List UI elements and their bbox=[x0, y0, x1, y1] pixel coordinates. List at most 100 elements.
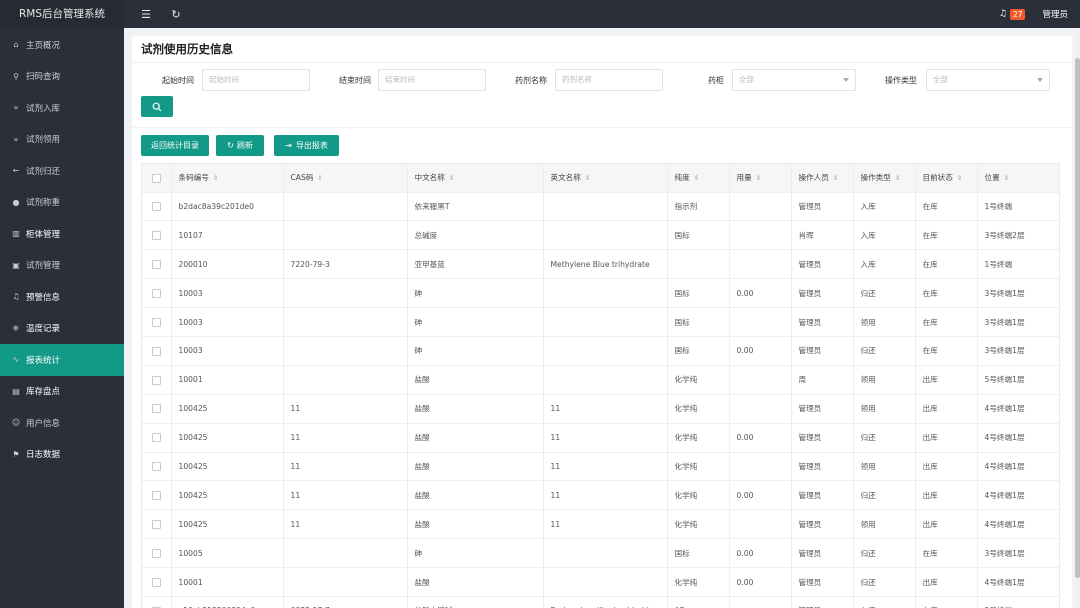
table-cell: 管理员 bbox=[791, 249, 854, 280]
sidebar-item-9[interactable]: ❄ 温度记录 bbox=[0, 313, 124, 345]
column-header[interactable]: 中文名称 ⇕ bbox=[407, 164, 544, 193]
row-checkbox-cell[interactable] bbox=[142, 278, 172, 309]
table-row[interactable]: 10001 盐酸 化学纯 0.00 管理员 归还 出库 4号终端1层 bbox=[142, 567, 1059, 597]
row-checkbox[interactable] bbox=[151, 346, 161, 356]
row-checkbox-cell[interactable] bbox=[142, 394, 172, 424]
sidebar-item-0[interactable]: ⌂ 主页概况 bbox=[0, 29, 124, 61]
table-row[interactable]: 10107 总碱度 国标 肖晖 入库 在库 3号终端2层 bbox=[142, 220, 1059, 251]
row-checkbox-cell[interactable] bbox=[142, 567, 172, 597]
row-checkbox[interactable] bbox=[151, 375, 161, 385]
sort-icon[interactable]: ⇕ bbox=[957, 174, 962, 182]
start-time-input[interactable]: 起始时间 bbox=[202, 69, 310, 91]
row-checkbox[interactable] bbox=[151, 519, 161, 529]
row-checkbox[interactable] bbox=[151, 548, 161, 558]
sort-icon[interactable]: ⇕ bbox=[213, 174, 218, 182]
row-checkbox-cell[interactable] bbox=[142, 452, 172, 482]
cabinet-label: 药柜 bbox=[708, 76, 724, 85]
select-all-checkbox[interactable] bbox=[151, 173, 161, 183]
sidebar-item-8[interactable]: ♫ 预警信息 bbox=[0, 281, 124, 313]
column-header[interactable]: 英文名称 ⇕ bbox=[543, 164, 668, 193]
table-row[interactable]: 10005 砷 国标 0.00 管理员 归还 在库 3号终端1层 bbox=[142, 538, 1059, 569]
reagent-name-input[interactable]: 药剂名称 bbox=[555, 69, 663, 91]
row-checkbox-cell[interactable] bbox=[142, 480, 172, 511]
column-header[interactable]: 条码编号 ⇕ bbox=[171, 164, 284, 193]
sidebar-item-10[interactable]: ∿ 报表统计 bbox=[0, 344, 124, 376]
column-header[interactable]: 用量 ⇕ bbox=[729, 164, 792, 193]
table-row[interactable]: 10003 砷 国标 管理员 领用 在库 3号终端1层 bbox=[142, 307, 1059, 337]
table-row[interactable]: 100425 11 盐酸 11 化学纯 管理员 领用 出库 4号终端1层 bbox=[142, 452, 1059, 482]
row-checkbox-cell[interactable] bbox=[142, 336, 172, 366]
sidebar-item-1[interactable]: ⚲ 扫码查询 bbox=[0, 61, 124, 93]
sidebar-item-4[interactable]: ← 试剂归还 bbox=[0, 155, 124, 187]
sidebar-item-13[interactable]: ⚑ 日志数据 bbox=[0, 439, 124, 471]
row-checkbox-cell[interactable] bbox=[142, 509, 172, 540]
sidebar-item-5[interactable]: ● 试剂称重 bbox=[0, 187, 124, 219]
refresh-button[interactable]: ↻ 刷新 bbox=[216, 135, 264, 156]
sort-icon[interactable]: ⇕ bbox=[895, 174, 900, 182]
sort-icon[interactable]: ⇕ bbox=[449, 174, 454, 182]
table-row[interactable]: 10001 盐酸 化学纯 周领用 出库 5号终端1层 bbox=[142, 365, 1059, 395]
row-checkbox-cell[interactable] bbox=[142, 538, 172, 569]
row-checkbox-cell[interactable] bbox=[142, 220, 172, 251]
row-checkbox[interactable] bbox=[151, 491, 161, 501]
sidebar-item-12[interactable]: ☺ 用户信息 bbox=[0, 407, 124, 439]
notification-bell-icon[interactable]: ♫ bbox=[999, 9, 1007, 19]
search-button[interactable] bbox=[141, 96, 173, 117]
row-checkbox[interactable] bbox=[151, 433, 161, 443]
row-checkbox[interactable] bbox=[151, 317, 161, 327]
column-header[interactable]: 操作人员 ⇕ bbox=[791, 164, 854, 193]
row-checkbox[interactable] bbox=[151, 231, 161, 241]
refresh-icon[interactable]: ↻ bbox=[168, 6, 184, 22]
back-to-stats-button[interactable]: 返回统计目录 bbox=[141, 135, 209, 156]
cabinet-select[interactable]: 全部 bbox=[732, 69, 856, 91]
sort-icon[interactable]: ⇕ bbox=[585, 174, 590, 182]
sidebar-item-6[interactable]: ▥ 柜体管理 bbox=[0, 218, 124, 250]
select-all-checkbox-cell[interactable] bbox=[142, 164, 172, 193]
table-row[interactable]: 200010 7220-79-3 亚甲基蓝 Methylene Blue trihyd… bbox=[142, 249, 1059, 280]
row-checkbox-cell[interactable] bbox=[142, 307, 172, 337]
sidebar-item-11[interactable]: ▤ 库存盘点 bbox=[0, 376, 124, 408]
scrollbar-thumb[interactable] bbox=[1075, 58, 1080, 578]
table-row[interactable]: 100425 11 盐酸 11 化学纯 管理员 领用 出库 4号终端1层 bbox=[142, 394, 1059, 424]
end-time-input[interactable]: 结束时间 bbox=[378, 69, 486, 91]
row-checkbox[interactable] bbox=[151, 259, 161, 269]
sort-icon[interactable]: ⇕ bbox=[833, 174, 838, 182]
sort-icon[interactable]: ⇕ bbox=[756, 174, 761, 182]
bell-icon: ♫ bbox=[12, 292, 20, 302]
sort-icon[interactable]: ⇕ bbox=[694, 174, 699, 182]
column-header[interactable]: 目前状态 ⇕ bbox=[915, 164, 978, 193]
table-row[interactable]: 100425 11 盐酸 11 化学纯 0.00 管理员 归还 出库 4号终端1层 bbox=[142, 423, 1059, 453]
column-header[interactable]: 操作类型 ⇕ bbox=[853, 164, 916, 193]
sidebar-item-2[interactable]: « 试剂入库 bbox=[0, 92, 124, 124]
row-checkbox[interactable] bbox=[151, 202, 161, 212]
table-row[interactable]: e10eb512500304e06078-17-7盐酸小檗碱Berbamine … bbox=[142, 596, 1059, 608]
row-checkbox-cell[interactable] bbox=[142, 423, 172, 453]
table-cell: 国标 bbox=[667, 278, 730, 309]
table-row[interactable]: 10003 砷 国标 0.00 管理员 归还 在库 3号终端1层 bbox=[142, 278, 1059, 309]
operation-type-select[interactable]: 全部 bbox=[926, 69, 1050, 91]
page-scrollbar[interactable] bbox=[1075, 28, 1080, 608]
notification-badge[interactable]: 27 bbox=[1009, 8, 1026, 20]
row-checkbox[interactable] bbox=[151, 404, 161, 414]
column-header[interactable]: 位置 ⇕ bbox=[977, 164, 1059, 193]
sort-icon[interactable]: ⇕ bbox=[1004, 174, 1009, 182]
row-checkbox-cell[interactable] bbox=[142, 249, 172, 280]
row-checkbox[interactable] bbox=[151, 288, 161, 298]
row-checkbox[interactable] bbox=[151, 577, 161, 587]
sidebar-item-3[interactable]: » 试剂领用 bbox=[0, 124, 124, 156]
column-header[interactable]: CAS码 ⇕ bbox=[283, 164, 408, 193]
sidebar-item-7[interactable]: ▣ 试剂管理 bbox=[0, 250, 124, 282]
row-checkbox-cell[interactable] bbox=[142, 192, 172, 222]
column-header[interactable]: 纯度 ⇕ bbox=[667, 164, 730, 193]
export-report-button[interactable]: ⇥ 导出报表 bbox=[274, 135, 339, 156]
user-menu[interactable]: 管理员 bbox=[1042, 8, 1068, 20]
row-checkbox-cell[interactable] bbox=[142, 596, 172, 608]
sort-icon[interactable]: ⇕ bbox=[317, 174, 322, 182]
table-row[interactable]: 100425 11 盐酸 11 化学纯 0.00 管理员 归还 出库 4号终端1层 bbox=[142, 480, 1059, 511]
menu-toggle-icon[interactable]: ☰ bbox=[138, 6, 154, 22]
table-row[interactable]: 100425 11 盐酸 11 化学纯 管理员 领用 出库 4号终端1层 bbox=[142, 509, 1059, 540]
table-row[interactable]: b2dac8a39c201de0 依来猩黑T 指示剂 管理员 入库 在库 1号终端 bbox=[142, 192, 1059, 222]
row-checkbox[interactable] bbox=[151, 462, 161, 472]
row-checkbox-cell[interactable] bbox=[142, 365, 172, 395]
table-row[interactable]: 10003 砷 国标 0.00 管理员 归还 在库 3号终端1层 bbox=[142, 336, 1059, 366]
